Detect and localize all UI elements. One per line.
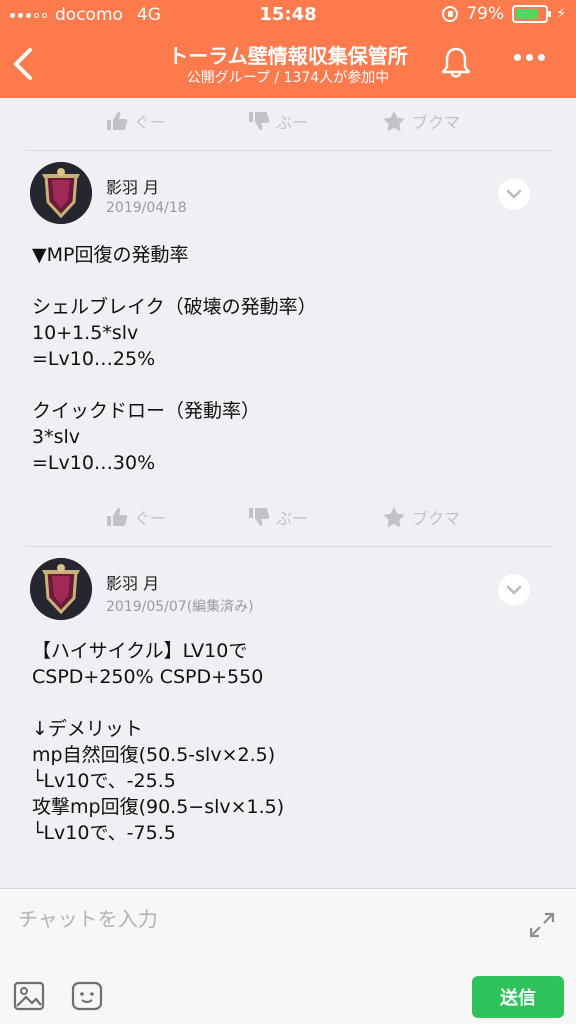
thumbs-up-icon — [107, 112, 128, 130]
post-date: 2019/05/07(編集済み) — [106, 599, 254, 615]
group-title: トーラム壁情報収集保管所 — [168, 44, 408, 68]
bad-label: ぶー — [276, 509, 309, 528]
good-label: ぐー — [134, 509, 167, 528]
reaction-bar: ぐー ぶー ブクマ — [0, 104, 576, 138]
chevron-down-icon — [506, 189, 522, 199]
good-label: ぐー — [134, 113, 167, 132]
shield-emblem-icon — [30, 162, 92, 224]
star-icon — [383, 507, 405, 528]
post-1: 影羽 月 2019/04/18 ▼MP回復の発動率 シェルブレイク（破壊の発動率… — [0, 150, 576, 545]
bell-icon[interactable] — [438, 45, 474, 81]
post-body: ▼MP回復の発動率 シェルブレイク（破壊の発動率） 10+1.5*slv =Lv… — [32, 244, 317, 474]
author-name: 影羽 月 — [106, 574, 160, 593]
good-button[interactable]: ぐー — [106, 500, 166, 534]
good-button[interactable]: ぐー — [106, 104, 166, 138]
rotation-lock-icon — [442, 6, 459, 22]
more-options-icon[interactable] — [514, 54, 545, 61]
status-right: 79% ⚡ — [442, 4, 566, 24]
expand-icon[interactable] — [528, 911, 556, 939]
app-header: docomo 4G 15:48 79% ⚡ トーラム壁情報収集保管所 公開グルー… — [0, 0, 576, 98]
bookmark-button[interactable]: ブクマ — [382, 104, 460, 138]
thumbs-down-icon — [249, 508, 270, 526]
status-bar: docomo 4G 15:48 79% ⚡ — [0, 0, 576, 30]
bookmark-label: ブクマ — [412, 113, 461, 132]
star-icon — [383, 111, 405, 132]
chat-input[interactable]: チャットを入力 — [18, 903, 158, 932]
thumbs-down-icon — [249, 112, 270, 130]
battery-icon — [512, 5, 552, 23]
bad-button[interactable]: ぶー — [248, 500, 308, 534]
post-menu-button[interactable] — [498, 574, 530, 606]
author-name: 影羽 月 — [106, 178, 160, 197]
avatar[interactable] — [30, 162, 92, 224]
bad-button[interactable]: ぶー — [248, 104, 308, 138]
post-date: 2019/04/18 — [106, 200, 187, 216]
avatar[interactable] — [30, 558, 92, 620]
group-subtitle: 公開グループ / 1374人が参加中 — [186, 70, 390, 86]
bookmark-button[interactable]: ブクマ — [382, 500, 460, 534]
bookmark-label: ブクマ — [412, 509, 461, 528]
post-body: 【ハイサイクル】LV10で CSPD+250% CSPD+550 ↓デメリット … — [32, 640, 285, 844]
chevron-down-icon — [506, 585, 522, 595]
post-menu-button[interactable] — [498, 178, 530, 210]
bad-label: ぶー — [276, 113, 309, 132]
send-button[interactable]: 送信 — [472, 976, 564, 1018]
thumbs-up-icon — [107, 508, 128, 526]
sticker-icon[interactable] — [70, 979, 104, 1013]
charging-icon: ⚡ — [556, 6, 566, 22]
image-icon[interactable] — [12, 979, 46, 1013]
battery-percent: 79% — [466, 4, 505, 24]
reaction-bar: ぐー ぶー ブクマ — [0, 500, 576, 534]
shield-emblem-icon — [30, 558, 92, 620]
post-2: 影羽 月 2019/05/07(編集済み) 【ハイサイクル】LV10で CSPD… — [0, 546, 576, 886]
